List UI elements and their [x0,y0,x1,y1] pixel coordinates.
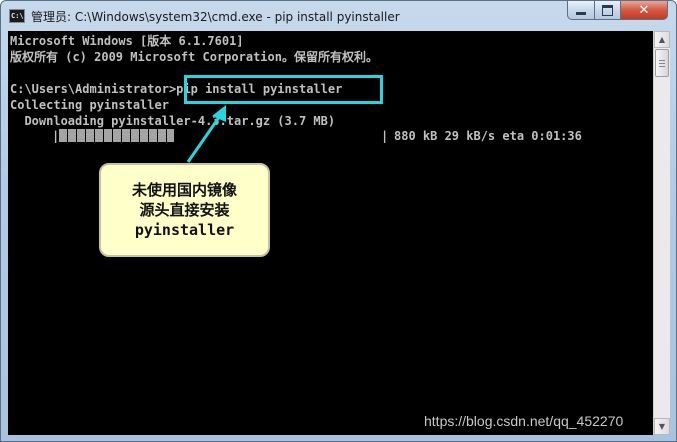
close-icon: ✕ [638,2,650,18]
console-line-version: Microsoft Windows [版本 6.1.7601] [10,34,244,48]
arrow-up-icon: ▲ [658,35,666,44]
callout-line-1: 未使用国内镜像 [131,181,237,199]
window-title: 管理员: C:\Windows\system32\cmd.exe - pip i… [31,10,400,24]
callout-line-3: pyinstaller [134,221,235,239]
grip-line [659,60,665,61]
maximize-button[interactable] [594,1,621,20]
grip-line [659,66,665,67]
close-button[interactable]: ✕ [620,1,668,20]
progress-end-char: | [381,129,389,143]
scrollbar-thumb[interactable] [655,49,669,77]
scroll-down-button[interactable]: ▼ [654,418,670,435]
title-bar[interactable]: C:\. 管理员: C:\Windows\system32\cmd.exe - … [1,1,676,31]
console-line-collecting: Collecting pyinstaller [10,98,169,112]
console-line-downloading: Downloading pyinstaller-4.3.tar.gz (3.7 … [10,114,336,128]
minimize-icon [576,11,586,15]
cmd-app-icon[interactable]: C:\. [9,9,25,23]
callout-line-2: 源头直接安装 [139,201,230,219]
progress-bar-fill [59,129,174,142]
maximize-icon [602,4,613,16]
scroll-up-button[interactable]: ▲ [654,31,670,48]
annotation-callout: 未使用国内镜像 源头直接安装 pyinstaller [99,163,270,257]
console-line-copyright: 版权所有 (c) 2009 Microsoft Corporation。保留所有… [10,50,378,64]
progress-stats: 880 kB 29 kB/s eta 0:01:36 [394,129,582,143]
arrow-down-icon: ▼ [658,422,666,431]
grip-line [659,63,665,64]
minimize-button[interactable] [567,1,595,20]
command-highlight-box [184,75,383,104]
watermark: https://blog.csdn.net/qq_452270 [424,413,624,429]
vertical-scrollbar[interactable]: ▲ ▼ [653,31,670,435]
